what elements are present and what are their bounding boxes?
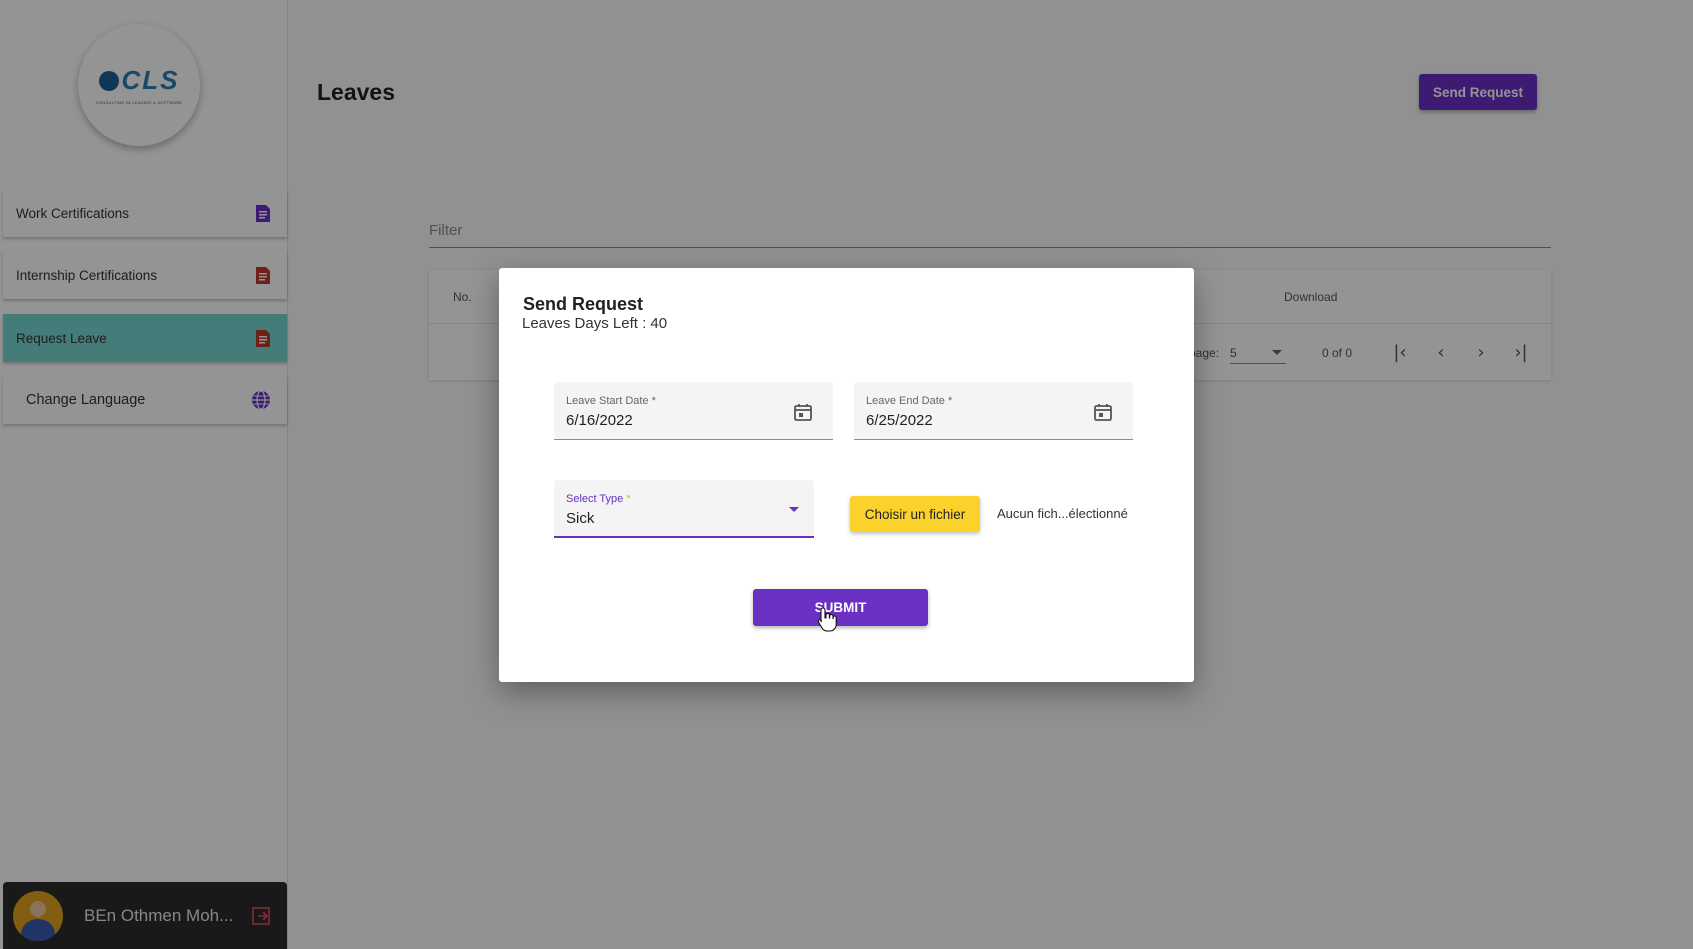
submit-button[interactable]: SUBMIT [753, 589, 928, 626]
leave-days-left: Leaves Days Left : 40 [522, 315, 668, 332]
file-status-text: Aucun fich...électionné [997, 506, 1128, 521]
leave-start-date-field[interactable]: Leave Start Date * 6/16/2022 [554, 382, 833, 440]
select-type-label: Select Type * [566, 493, 631, 505]
leave-start-date-label: Leave Start Date * [566, 395, 656, 407]
calendar-icon[interactable] [1093, 402, 1113, 422]
calendar-icon[interactable] [793, 402, 813, 422]
leave-end-date-value: 6/25/2022 [866, 412, 933, 429]
dialog-title: Send Request [523, 294, 644, 314]
leave-end-date-label: Leave End Date * [866, 395, 953, 407]
hand-cursor-icon [817, 607, 837, 632]
select-type-dropdown[interactable]: Select Type * Sick [554, 480, 814, 538]
leave-start-date-value: 6/16/2022 [566, 412, 633, 429]
chevron-down-icon [789, 507, 799, 512]
leave-end-date-field[interactable]: Leave End Date * 6/25/2022 [854, 382, 1133, 440]
send-request-dialog: Send Request Leaves Days Left : 40 Leave… [499, 268, 1194, 682]
select-type-value: Sick [566, 510, 595, 527]
choose-file-button[interactable]: Choisir un fichier [850, 496, 980, 532]
